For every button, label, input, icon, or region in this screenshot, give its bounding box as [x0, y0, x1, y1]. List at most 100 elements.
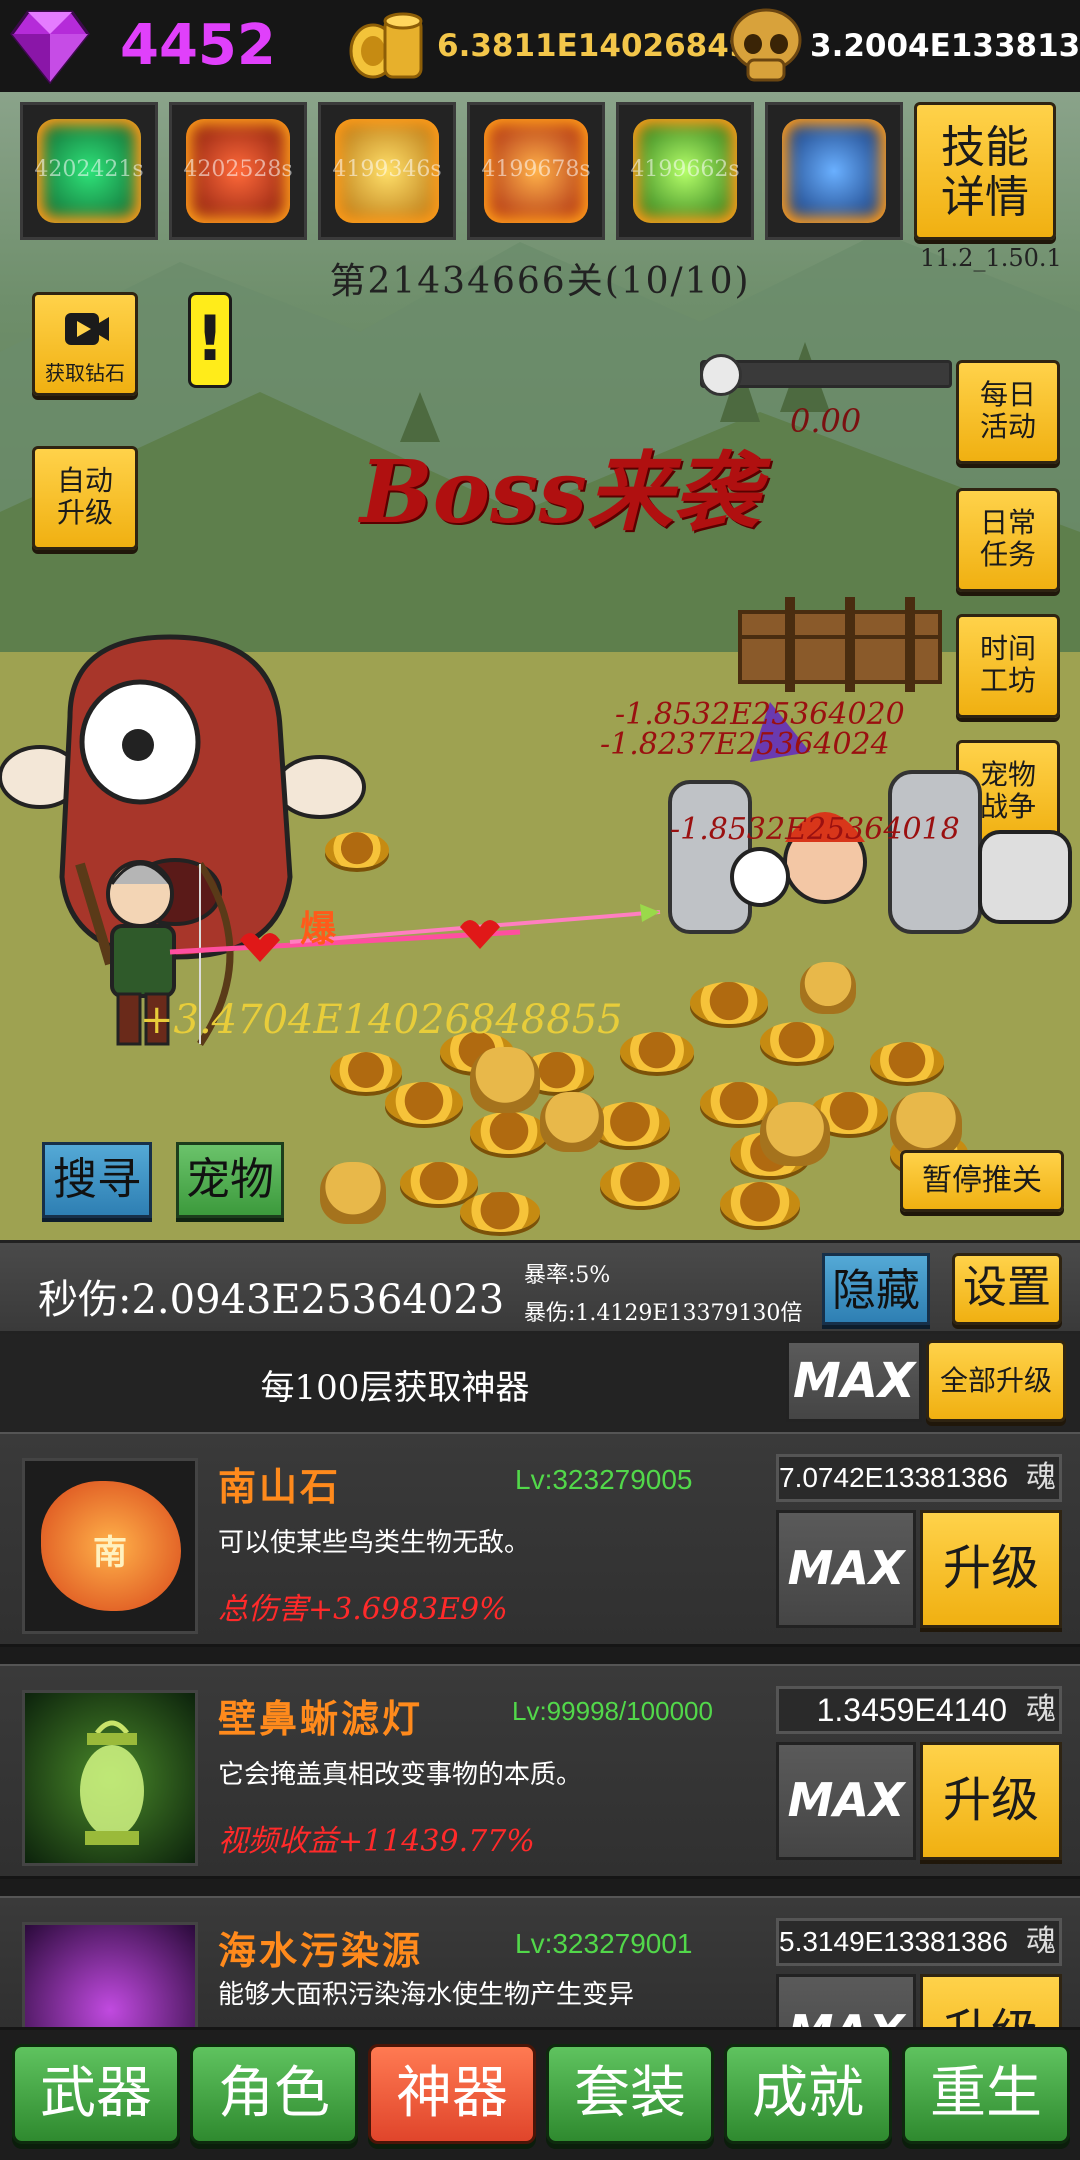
- skill-slot-6[interactable]: [765, 102, 903, 240]
- artifact-description: 它会掩盖真相改变事物的本质。: [218, 1760, 583, 1790]
- gold-coin: [400, 1162, 478, 1204]
- search-button[interactable]: 搜寻: [42, 1142, 152, 1218]
- gold-coin: [325, 832, 389, 868]
- gold-skull: [540, 1092, 604, 1152]
- boss-hp-value: 0.00: [790, 402, 862, 440]
- dps-label: 秒伤:2.0943E25364023: [38, 1277, 505, 1323]
- bottom-tab-bar: 武器 角色 神器 套装 成就 重生: [0, 2030, 1080, 2160]
- damage-number: -1.8237E25364024: [600, 727, 890, 762]
- side-button-label: 任务: [979, 538, 1036, 571]
- auto-upgrade-label: 自动: [56, 464, 113, 497]
- max-all-button[interactable]: MAX: [786, 1340, 922, 1422]
- stone-icon: 南: [22, 1458, 198, 1634]
- gold-coin: [720, 1182, 800, 1226]
- cauldron-icon: [22, 1922, 198, 2027]
- gold-coin: [385, 1082, 463, 1124]
- artifact-level: Lv:323279005: [515, 1464, 693, 1495]
- artifact-cost: 7.0742E13381386: [776, 1454, 1062, 1502]
- skill-slot-2[interactable]: 4202528s: [169, 102, 307, 240]
- gold-coin: [460, 1192, 540, 1232]
- upgrade-all-button[interactable]: 全部升级: [926, 1340, 1066, 1422]
- clock-icon: [782, 119, 886, 223]
- get-diamond-button[interactable]: 获取钻石: [32, 292, 138, 396]
- crit-damage-label: 暴伤:1.4129E13379130倍: [524, 1301, 803, 1326]
- skill-detail-button[interactable]: 技能 详情: [914, 102, 1056, 240]
- tab-weapons[interactable]: 武器: [12, 2044, 180, 2144]
- daily-task-button[interactable]: 日常 任务: [956, 488, 1060, 592]
- tab-rebirth[interactable]: 重生: [902, 2044, 1070, 2144]
- version-label: 11.2_1.50.1: [920, 244, 1062, 272]
- gold-coin: [600, 1162, 680, 1206]
- gold-coin: [330, 1052, 402, 1092]
- lantern-icon: [22, 1690, 198, 1866]
- gem-icon: [10, 10, 90, 84]
- skull-count: 3.2004E13381387: [810, 28, 1080, 64]
- skill-slot-1[interactable]: 4202421s: [20, 102, 158, 240]
- artifact-max-button[interactable]: MAX: [776, 1974, 916, 2027]
- gold-coin: [760, 1022, 834, 1062]
- auto-upgrade-label: 升级: [56, 496, 113, 529]
- pet-button[interactable]: 宠物: [176, 1142, 284, 1218]
- tab-character[interactable]: 角色: [190, 2044, 358, 2144]
- gold-count: 6.3811E14026849: [437, 28, 751, 64]
- artifact-name: 壁鼻蜥滤灯: [218, 1696, 424, 1741]
- stats-bar: 秒伤:2.0943E25364023 暴率:5% 暴伤:1.4129E13379…: [0, 1240, 1080, 1334]
- crit-label: 爆: [300, 908, 337, 950]
- soul-currency-icon: 魂: [1026, 1692, 1056, 1727]
- gold-coin: [870, 1042, 944, 1082]
- skill-cooldown: 4199662s: [630, 157, 740, 182]
- lantern-shape: [80, 1720, 144, 1845]
- skill-detail-label: 详情: [941, 172, 1029, 223]
- artifact-bonus: 视频收益+11439.77%: [218, 1824, 535, 1859]
- skull-icon: [700, 354, 742, 396]
- auto-upgrade-button[interactable]: 自动 升级: [32, 446, 138, 550]
- artifact-upgrade-button[interactable]: 升级: [920, 1510, 1062, 1628]
- artifact-max-button[interactable]: MAX: [776, 1742, 916, 1860]
- skill-slot-3[interactable]: 4199346s: [318, 102, 456, 240]
- gold-skull: [470, 1047, 540, 1113]
- artifact-card: 壁鼻蜥滤灯 Lv:99998/100000 它会掩盖真相改变事物的本质。 视频收…: [0, 1664, 1080, 1879]
- gold-skull-icon: [730, 8, 802, 82]
- artifact-upgrade-button[interactable]: 升级: [920, 1742, 1062, 1860]
- side-button-label: 活动: [979, 410, 1036, 443]
- skill-cooldown: 4202421s: [34, 157, 144, 182]
- gold-skull: [760, 1102, 830, 1166]
- tab-achievements[interactable]: 成就: [724, 2044, 892, 2144]
- side-button-label: 每日: [979, 378, 1036, 411]
- artifact-level: Lv:323279001: [515, 1928, 693, 1959]
- artifact-upgrade-button[interactable]: 升级: [920, 1974, 1062, 2027]
- crit-rate-label: 暴率:5%: [524, 1263, 611, 1288]
- artifact-cost: 1.3459E4140: [776, 1686, 1062, 1734]
- skill-cooldown: 4199346s: [332, 157, 442, 182]
- settings-button[interactable]: 设置: [952, 1253, 1062, 1325]
- alert-icon[interactable]: !: [188, 292, 232, 388]
- video-camera-icon: [65, 313, 109, 345]
- tab-sets[interactable]: 套装: [546, 2044, 714, 2144]
- artifact-max-button[interactable]: MAX: [776, 1510, 916, 1628]
- currency-bar: 4452 6.3811E14026849 3.2004E13381387: [0, 0, 1080, 92]
- get-diamond-label: 获取钻石: [45, 361, 125, 385]
- hide-button[interactable]: 隐藏: [822, 1253, 930, 1325]
- skill-slot-5[interactable]: 4199662s: [616, 102, 754, 240]
- soul-currency-icon: 魂: [1026, 1924, 1056, 1959]
- pause-push-button[interactable]: 暂停推关: [900, 1150, 1064, 1212]
- side-button-label: 时间: [979, 632, 1036, 665]
- skill-cooldown: 4202528s: [183, 157, 293, 182]
- artifact-note: 每100层获取神器: [260, 1368, 530, 1408]
- soul-currency-icon: 魂: [1026, 1460, 1056, 1495]
- artifact-description: 可以使某些鸟类生物无敌。: [218, 1528, 531, 1558]
- gold-skull: [890, 1092, 962, 1158]
- gold-skull: [800, 962, 856, 1014]
- artifact-cost: 5.3149E13381386: [776, 1918, 1062, 1966]
- stage-title: 第21434666关(10/10): [329, 261, 751, 302]
- side-button-label: 日常: [979, 506, 1036, 539]
- daily-event-button[interactable]: 每日 活动: [956, 360, 1060, 464]
- damage-number: -1.8532E25364018: [670, 812, 960, 847]
- skill-slot-4[interactable]: 4199678s: [467, 102, 605, 240]
- tab-artifacts[interactable]: 神器: [368, 2044, 536, 2144]
- artifact-level: Lv:99998/100000: [512, 1696, 713, 1726]
- battle-scene[interactable]: 4202421s 4202528s 4199346s 4199678s 4199…: [0, 92, 1080, 1240]
- boss-warning-text: Boss来袭: [360, 442, 759, 543]
- skill-detail-label: 技能: [941, 122, 1029, 173]
- artifact-header: 每100层获取神器 MAX 全部升级: [0, 1334, 1080, 1432]
